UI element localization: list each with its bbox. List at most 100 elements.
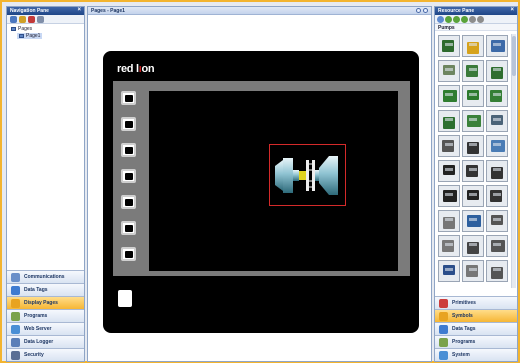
symbol-tile[interactable] [486,260,508,282]
resource-button-data-tags[interactable]: Data Tags [435,322,517,335]
symbol-tile[interactable] [486,235,508,257]
soft-key[interactable] [121,169,136,183]
pump-green-tall-icon [467,90,479,100]
pump-small-icon [442,140,454,152]
symbol-tile[interactable] [486,185,508,207]
close-icon[interactable]: × [77,7,81,13]
arrow-icon[interactable] [37,16,44,23]
new-icon[interactable] [10,16,17,23]
find-icon[interactable] [469,16,476,23]
forward-icon[interactable] [445,16,452,23]
up-icon[interactable] [453,16,460,23]
symbol-tile[interactable] [438,210,460,232]
pump-gauge3-icon [491,267,503,279]
resource-button-primitives[interactable]: Primitives [435,296,517,309]
symbol-tile[interactable] [462,110,484,132]
hmi-device: red lıon [103,51,419,333]
close-icon[interactable]: × [510,7,514,13]
pump-cabinet-icon [466,65,478,77]
symbol-category[interactable]: Pumps [435,24,517,31]
nav-button-label: Communications [24,274,65,280]
symbol-tile[interactable] [486,135,508,157]
pump-grey-unit-icon [491,115,503,125]
symbol-tile[interactable] [486,85,508,107]
display-screen[interactable] [149,91,398,271]
symbol-tile[interactable] [462,235,484,257]
keypad-badge[interactable] [118,290,132,307]
symbol-tile[interactable] [438,160,460,182]
pump-horizontal-icon [467,115,481,127]
symbol-tile[interactable] [438,185,460,207]
nav-button-communications[interactable]: Communications [7,270,84,283]
symbol-tile[interactable] [486,60,508,82]
symbol-tile[interactable] [438,260,460,282]
editor-tools [416,8,428,13]
pump-display3-icon [491,240,505,252]
soft-key[interactable] [121,91,136,105]
pump-gauge2-icon [466,265,478,277]
nav-button-data-logger[interactable]: Data Logger [7,335,84,348]
navigation-toolbar [7,15,84,24]
resource-button-symbols[interactable]: Symbols [435,309,517,322]
symbol-tile[interactable] [438,135,460,157]
nav-forward-icon[interactable] [423,8,428,13]
pump-symbol[interactable] [273,150,341,201]
soft-key[interactable] [121,143,136,157]
nav-button-security[interactable]: Security [7,348,84,361]
tree-item-pages[interactable]: Pages [11,26,80,33]
resource-button-label: Symbols [452,313,473,319]
tree-item-page1[interactable]: Page1 [11,33,80,40]
nav-button-label: Data Tags [24,287,48,293]
nav-button-label: Data Logger [24,339,54,345]
pump-display-icon [442,240,454,252]
symbol-tile[interactable] [486,210,508,232]
delete-icon[interactable] [28,16,35,23]
pump-tee2-icon [490,190,502,202]
soft-keys [121,91,137,273]
symbol-tile[interactable] [462,160,484,182]
soft-key[interactable] [121,195,136,209]
symbol-scrollbar[interactable] [511,34,516,288]
nav-button-label: Display Pages [24,300,58,306]
symbol-tile[interactable] [438,35,460,57]
refresh-icon[interactable] [461,16,468,23]
options-icon[interactable] [477,16,484,23]
nav-button-display-pages[interactable]: Display Pages [7,296,84,309]
back-icon[interactable] [437,16,444,23]
pump-flat-icon [443,190,457,202]
nav-button-data-tags[interactable]: Data Tags [7,283,84,296]
nav-button-label: Programs [24,313,48,319]
navigation-pane-title: Navigation Pane [10,8,49,14]
editor-tab[interactable]: Pages - Page1 [88,7,431,15]
scroll-thumb[interactable] [512,36,516,76]
folder-icon[interactable] [19,16,26,23]
data-tags-icon [11,285,20,295]
symbol-tile[interactable] [462,85,484,107]
symbol-tile[interactable] [438,85,460,107]
symbol-tile[interactable] [486,160,508,182]
symbol-tile[interactable] [486,110,508,132]
red-lion-logo: red lıon [117,63,155,75]
symbol-tile[interactable] [462,60,484,82]
nav-back-icon[interactable] [416,8,421,13]
symbol-tile[interactable] [438,110,460,132]
pump-tee-icon [467,190,479,200]
symbol-tile[interactable] [438,235,460,257]
symbol-tile[interactable] [462,35,484,57]
soft-key[interactable] [121,117,136,131]
symbol-tile[interactable] [462,135,484,157]
device-bezel [113,81,410,276]
symbol-tile[interactable] [462,210,484,232]
nav-button-web-server[interactable]: Web Server [7,322,84,335]
symbol-tile[interactable] [462,260,484,282]
symbol-tile[interactable] [438,60,460,82]
symbol-tile[interactable] [486,35,508,57]
resource-button-system[interactable]: System [435,348,517,361]
resource-button-programs[interactable]: Programs [435,335,517,348]
soft-key[interactable] [121,221,136,235]
resource-pane-title: Resource Pane [438,8,475,14]
symbol-tile[interactable] [462,185,484,207]
pump-green-vent-icon [490,90,502,102]
nav-button-programs[interactable]: Programs [7,309,84,322]
soft-key[interactable] [121,247,136,261]
